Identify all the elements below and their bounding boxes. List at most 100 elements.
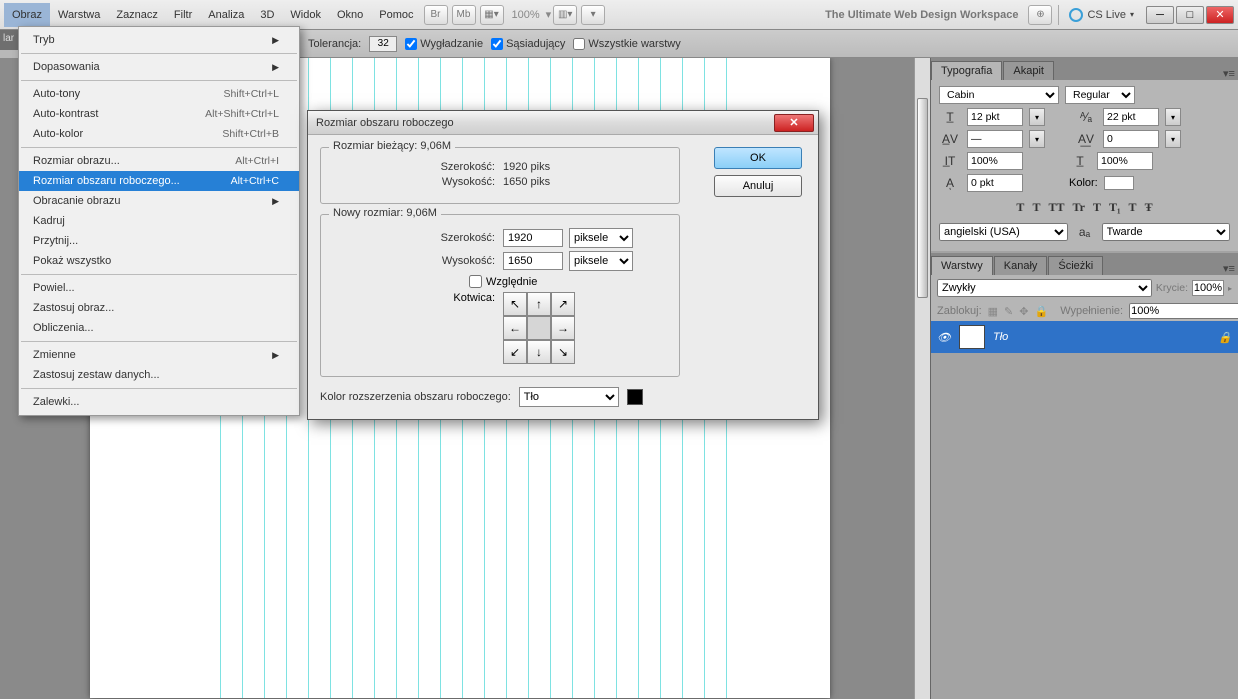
antialias-select[interactable]: Twarde	[1102, 223, 1231, 241]
anchor-grid[interactable]: ↖↑↗ ←→ ↙↓↘	[503, 292, 575, 364]
menu-item[interactable]: Rozmiar obszaru roboczego...Alt+Ctrl+C	[19, 171, 299, 191]
menu-item[interactable]: Przytnij...	[19, 231, 299, 251]
new-height-input[interactable]	[503, 252, 563, 270]
search-button[interactable]: ⊕	[1028, 5, 1052, 25]
tracking-icon: A͟V	[1075, 130, 1097, 148]
new-height-label: Wysokość:	[333, 255, 503, 267]
screen-mode-button[interactable]: ▦▾	[480, 5, 504, 25]
image-menu-dropdown: Tryb▶Dopasowania▶Auto-tonyShift+Ctrl+LAu…	[18, 26, 300, 416]
dialog-titlebar[interactable]: Rozmiar obszaru roboczego ✕	[308, 111, 818, 135]
window-minimize-button[interactable]: ─	[1146, 6, 1174, 24]
menu-warstwa[interactable]: Warstwa	[50, 3, 108, 27]
lock-paint-icon[interactable]: ✎	[1004, 304, 1013, 318]
menu-obraz[interactable]: Obraz	[4, 3, 50, 27]
menu-item[interactable]: Zmienne▶	[19, 345, 299, 365]
fill-input[interactable]	[1129, 303, 1238, 319]
relative-checkbox[interactable]	[469, 275, 482, 288]
visibility-icon[interactable]: 👁	[937, 331, 951, 344]
text-format-button[interactable]: T	[1093, 200, 1101, 215]
menu-analiza[interactable]: Analiza	[200, 3, 252, 27]
menu-item[interactable]: Obliczenia...	[19, 318, 299, 338]
layer-name: Tło	[993, 331, 1008, 343]
text-format-button[interactable]: Tr	[1072, 200, 1084, 215]
document-tab[interactable]: lar	[0, 30, 20, 50]
menu-item[interactable]: Obracanie obrazu▶	[19, 191, 299, 211]
bridge-button[interactable]: Br	[424, 5, 448, 25]
menu-item[interactable]: Rozmiar obrazu...Alt+Ctrl+I	[19, 151, 299, 171]
text-format-button[interactable]: T	[1032, 200, 1040, 215]
text-format-button[interactable]: Ŧ	[1145, 200, 1153, 215]
hscale-input[interactable]	[967, 152, 1023, 170]
antialias-checkbox[interactable]: Wygładzanie	[405, 38, 483, 50]
contiguous-checkbox[interactable]: Sąsiadujący	[491, 38, 565, 50]
lock-position-icon[interactable]: ✥	[1019, 304, 1028, 318]
color-label: Kolor:	[1069, 177, 1098, 189]
tolerance-input[interactable]	[369, 36, 397, 52]
menu-item[interactable]: Zastosuj obraz...	[19, 298, 299, 318]
tab-paths[interactable]: Ścieżki	[1048, 256, 1103, 275]
text-format-button[interactable]: T	[1129, 200, 1137, 215]
language-select[interactable]: angielski (USA)	[939, 223, 1068, 241]
dialog-close-button[interactable]: ✕	[774, 114, 814, 132]
menu-item[interactable]: Zastosuj zestaw danych...	[19, 365, 299, 385]
menu-zaznacz[interactable]: Zaznacz	[108, 3, 166, 27]
tab-typography[interactable]: Typografia	[931, 61, 1002, 80]
panel-menu-icon[interactable]: ▾≡	[1220, 67, 1238, 80]
leading-input[interactable]	[1103, 108, 1159, 126]
font-family-select[interactable]: Cabin	[939, 86, 1059, 104]
text-format-button[interactable]: T	[1016, 200, 1024, 215]
cs-live-button[interactable]: CS Live ▾	[1063, 8, 1140, 22]
vertical-scrollbar[interactable]	[914, 58, 930, 699]
new-width-input[interactable]	[503, 229, 563, 247]
opacity-label: Krycie:	[1156, 282, 1188, 294]
text-color-swatch[interactable]	[1104, 176, 1134, 190]
lock-transparency-icon[interactable]: ▦	[988, 304, 998, 318]
tab-paragraph[interactable]: Akapit	[1003, 61, 1054, 80]
menu-item[interactable]: Auto-tonyShift+Ctrl+L	[19, 84, 299, 104]
menu-item[interactable]: Kadruj	[19, 211, 299, 231]
tab-channels[interactable]: Kanały	[994, 256, 1048, 275]
menu-item[interactable]: Zalewki...	[19, 392, 299, 412]
kerning-input[interactable]	[967, 130, 1023, 148]
baseline-input[interactable]	[967, 174, 1023, 192]
opacity-input[interactable]	[1192, 280, 1224, 296]
menu-item[interactable]: Auto-kontrastAlt+Shift+Ctrl+L	[19, 104, 299, 124]
zoom-level[interactable]: 100%	[506, 9, 546, 21]
leading-icon: ᴬ⁄ₐ	[1075, 108, 1097, 126]
tracking-input[interactable]	[1103, 130, 1159, 148]
menu-item[interactable]: Tryb▶	[19, 30, 299, 50]
window-maximize-button[interactable]: □	[1176, 6, 1204, 24]
extras-button[interactable]: ▾	[581, 5, 605, 25]
ok-button[interactable]: OK	[714, 147, 802, 169]
extension-color-swatch[interactable]	[627, 389, 643, 405]
cancel-button[interactable]: Anuluj	[714, 175, 802, 197]
font-style-select[interactable]: Regular	[1065, 86, 1135, 104]
menu-okno[interactable]: Okno	[329, 3, 371, 27]
font-size-input[interactable]	[967, 108, 1023, 126]
blend-mode-select[interactable]: Zwykły	[937, 279, 1152, 297]
menu-widok[interactable]: Widok	[282, 3, 329, 27]
menu-3d[interactable]: 3D	[252, 3, 282, 27]
height-unit-select[interactable]: piksele	[569, 251, 633, 271]
text-format-button[interactable]: T₁	[1109, 200, 1121, 215]
text-format-button[interactable]: TT	[1048, 200, 1064, 215]
extension-color-select[interactable]: Tło	[519, 387, 619, 407]
tab-layers[interactable]: Warstwy	[931, 256, 993, 275]
all-layers-checkbox[interactable]: Wszystkie warstwy	[573, 38, 680, 50]
minibridge-button[interactable]: Mb	[452, 5, 476, 25]
antialias-mode-icon: aₐ	[1074, 223, 1096, 241]
menu-pomoc[interactable]: Pomoc	[371, 3, 421, 27]
window-close-button[interactable]: ✕	[1206, 6, 1234, 24]
menu-item[interactable]: Pokaż wszystko	[19, 251, 299, 271]
menu-item[interactable]: Auto-kolorShift+Ctrl+B	[19, 124, 299, 144]
menu-item[interactable]: Dopasowania▶	[19, 57, 299, 77]
menu-filtr[interactable]: Filtr	[166, 3, 200, 27]
vscale-input[interactable]	[1097, 152, 1153, 170]
layer-row-background[interactable]: 👁 Tło 🔒	[931, 321, 1238, 353]
menu-item[interactable]: Powiel...	[19, 278, 299, 298]
lock-all-icon[interactable]: 🔒	[1034, 304, 1048, 318]
width-unit-select[interactable]: piksele	[569, 228, 633, 248]
arrange-button[interactable]: ▥▾	[553, 5, 577, 25]
layers-panel-menu-icon[interactable]: ▾≡	[1220, 262, 1238, 275]
workspace-label[interactable]: The Ultimate Web Design Workspace	[817, 9, 1026, 21]
